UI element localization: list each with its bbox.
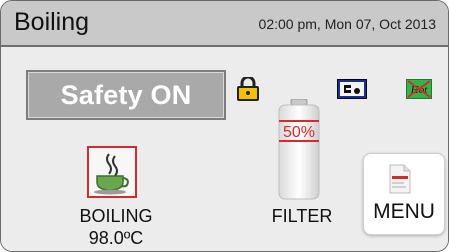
filter-percent-text: 50%: [283, 124, 315, 141]
safety-status-button[interactable]: Safety ON: [26, 70, 226, 120]
control-icon: [337, 79, 367, 99]
app-frame: Boiling 02:00 pm, Mon 07, Oct 2013 Safet…: [0, 0, 449, 252]
menu-label: MENU: [373, 200, 435, 223]
boiling-temperature: 98.0ºC: [88, 228, 144, 248]
page-title: Boiling: [14, 8, 90, 36]
document-icon: [389, 164, 411, 194]
lock-icon: [237, 75, 259, 101]
title-bar: Boiling 02:00 pm, Mon 07, Oct 2013: [1, 1, 448, 47]
menu-button[interactable]: MENU: [363, 153, 445, 235]
boiling-label: BOILING: [79, 206, 153, 226]
boiling-cup-icon[interactable]: [87, 146, 137, 198]
filter-level-icon[interactable]: 50%: [277, 98, 321, 201]
hot-off-icon: Hot: [406, 79, 432, 99]
safety-status-label: Safety ON: [60, 79, 192, 110]
datetime-display: 02:00 pm, Mon 07, Oct 2013: [258, 16, 436, 32]
filter-label: FILTER: [271, 206, 333, 226]
